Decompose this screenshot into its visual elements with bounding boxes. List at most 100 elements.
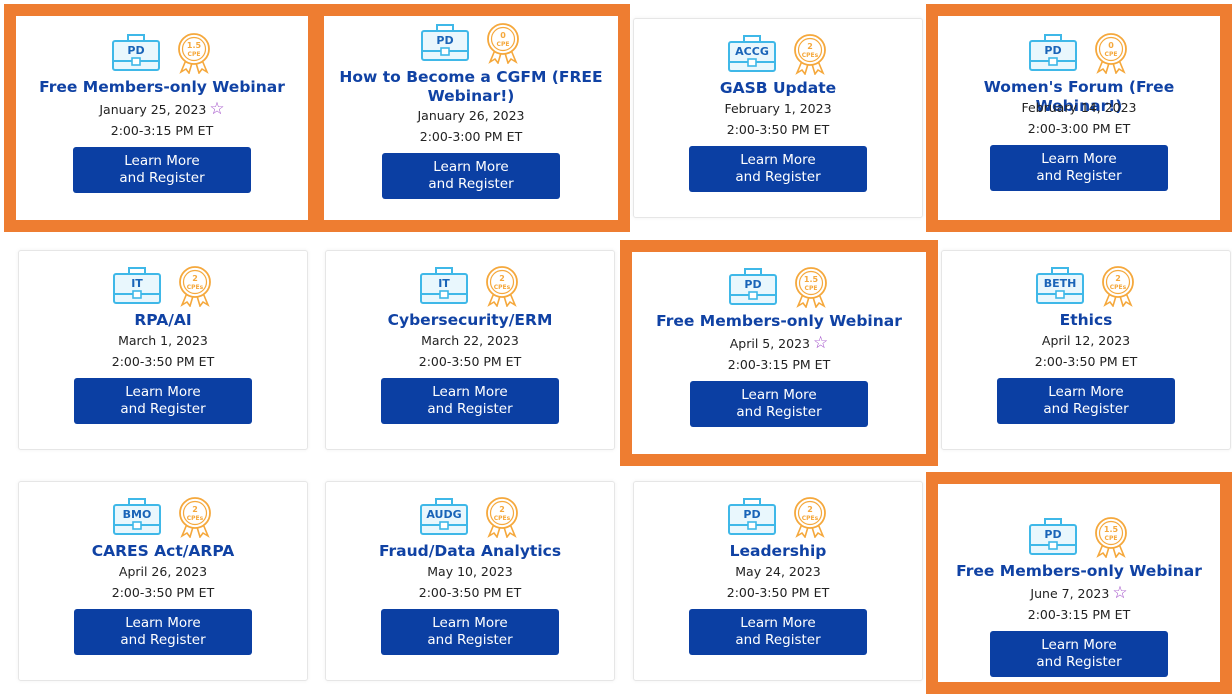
briefcase-icon: PD: [421, 24, 469, 61]
event-title[interactable]: GASB Update: [640, 79, 916, 98]
button-label-line1: Learn More: [741, 387, 817, 403]
learn-more-register-button[interactable]: Learn More and Register: [997, 378, 1175, 424]
event-date-row: March 22, 2023: [332, 331, 608, 350]
cpe-badge-icon: 1.5 CPE: [795, 267, 827, 308]
briefcase-icon: PD: [1029, 518, 1077, 555]
event-title[interactable]: Ethics: [948, 311, 1224, 330]
card-icons: PD 1.5 CPE: [632, 266, 926, 308]
button-label-line2: and Register: [1036, 654, 1122, 670]
learn-more-register-button[interactable]: Learn More and Register: [689, 146, 867, 192]
event-card: PD 0 CPE How to Become a CGFM (FREE Webi…: [312, 4, 630, 232]
button-label-line2: and Register: [1043, 401, 1129, 417]
cpe-unit: CPEs: [802, 52, 819, 59]
cpe-number: 2: [807, 42, 813, 51]
briefcase-icon: IT: [113, 267, 161, 304]
event-card: PD 2 CPEs Leadership May 24, 2023 2:00-3…: [633, 481, 923, 681]
cpe-number: 0: [500, 31, 506, 40]
event-title[interactable]: Free Members-only Webinar: [638, 312, 920, 331]
event-date-row: February 1, 2023: [640, 99, 916, 118]
learn-more-register-button[interactable]: Learn More and Register: [74, 609, 252, 655]
card-icons: PD 1.5 CPE: [938, 516, 1220, 558]
event-date: March 1, 2023: [118, 333, 208, 348]
event-card: BMO 2 CPEs CARES Act/ARPA April 26, 2023…: [18, 481, 308, 681]
cpe-unit: CPEs: [1110, 284, 1127, 291]
briefcase-icon: PD: [728, 498, 776, 535]
event-time: 2:00-3:50 PM ET: [111, 354, 215, 369]
briefcase-icon: IT: [420, 267, 468, 304]
cpe-unit: CPE: [188, 51, 201, 58]
category-label: IT: [438, 277, 450, 290]
event-card: PD 1.5 CPE Free Members-only Webinar Jun…: [926, 472, 1232, 694]
button-label-line2: and Register: [427, 632, 513, 648]
button-label-line2: and Register: [735, 169, 821, 185]
cpe-number: 2: [499, 274, 505, 283]
event-time: 2:00-3:50 PM ET: [726, 122, 830, 137]
button-label-line1: Learn More: [432, 384, 508, 400]
category-label: PD: [1044, 528, 1061, 541]
event-title[interactable]: Fraud/Data Analytics: [332, 542, 608, 561]
event-date: April 12, 2023: [1041, 333, 1131, 348]
star-icon: ☆: [1112, 583, 1128, 603]
learn-more-register-button[interactable]: Learn More and Register: [990, 145, 1168, 191]
category-label: ACCG: [735, 45, 769, 58]
button-label-line2: and Register: [1036, 168, 1122, 184]
cpe-badge-icon: 2 CPEs: [794, 497, 826, 538]
event-date: January 25, 2023: [99, 102, 207, 117]
button-label-line1: Learn More: [740, 152, 816, 168]
category-label: IT: [131, 277, 143, 290]
event-title[interactable]: CARES Act/ARPA: [25, 542, 301, 561]
briefcase-icon: PD: [729, 268, 777, 305]
cpe-number: 1.5: [804, 275, 819, 284]
cpe-unit: CPEs: [187, 284, 204, 291]
event-card: PD 1.5 CPE Free Members-only Webinar Jan…: [4, 4, 320, 232]
button-label-line1: Learn More: [125, 384, 201, 400]
learn-more-register-button[interactable]: Learn More and Register: [73, 147, 251, 193]
event-title[interactable]: RPA/AI: [25, 311, 301, 330]
event-card: BETH 2 CPEs Ethics April 12, 2023 2:00-3…: [941, 250, 1231, 450]
event-date-row: April 26, 2023: [25, 562, 301, 581]
event-title[interactable]: Free Members-only Webinar: [944, 562, 1214, 581]
button-label-line1: Learn More: [433, 159, 509, 175]
card-icons: BMO 2 CPEs: [19, 496, 307, 538]
event-time: 2:00-3:15 PM ET: [110, 123, 214, 138]
learn-more-register-button[interactable]: Learn More and Register: [381, 609, 559, 655]
event-title[interactable]: How to Become a CGFM (FREE Webinar!): [330, 68, 612, 106]
cpe-number: 0: [1108, 41, 1114, 50]
cpe-badge-icon: 0 CPE: [487, 23, 519, 64]
event-title[interactable]: Cybersecurity/ERM: [332, 311, 608, 330]
event-time: 2:00-3:15 PM ET: [1027, 607, 1131, 622]
cpe-unit: CPEs: [494, 284, 511, 291]
cpe-number: 1.5: [1104, 525, 1119, 534]
category-label: PD: [1044, 44, 1061, 57]
cpe-badge-icon: 2 CPEs: [486, 497, 518, 538]
event-date: February 14, 2023: [1021, 100, 1137, 115]
learn-more-register-button[interactable]: Learn More and Register: [74, 378, 252, 424]
event-date-row: January 26, 2023: [330, 106, 612, 125]
event-card: PD 0 CPE Women's Forum (Free Webinar!) F…: [926, 4, 1232, 232]
button-label-line2: and Register: [120, 632, 206, 648]
event-title[interactable]: Free Members-only Webinar: [22, 78, 302, 97]
event-date-row: April 5, 2023 ☆: [638, 334, 920, 353]
learn-more-register-button[interactable]: Learn More and Register: [382, 153, 560, 199]
category-label: AUDG: [426, 508, 461, 521]
cpe-badge-icon: 1.5 CPE: [178, 33, 210, 74]
category-label: PD: [127, 44, 144, 57]
briefcase-icon: AUDG: [420, 498, 468, 535]
event-date: May 10, 2023: [427, 564, 513, 579]
category-label: PD: [436, 34, 453, 47]
cpe-number: 2: [192, 505, 198, 514]
event-date: May 24, 2023: [735, 564, 821, 579]
button-label-line1: Learn More: [432, 615, 508, 631]
cpe-number: 2: [807, 505, 813, 514]
learn-more-register-button[interactable]: Learn More and Register: [689, 609, 867, 655]
event-date: April 5, 2023: [729, 336, 810, 351]
card-icons: AUDG 2 CPEs: [326, 496, 614, 538]
cpe-badge-icon: 1.5 CPE: [1095, 517, 1127, 558]
card-icons: BETH 2 CPEs: [942, 265, 1230, 307]
learn-more-register-button[interactable]: Learn More and Register: [381, 378, 559, 424]
learn-more-register-button[interactable]: Learn More and Register: [690, 381, 868, 427]
briefcase-icon: ACCG: [728, 35, 776, 72]
event-title[interactable]: Leadership: [640, 542, 916, 561]
learn-more-register-button[interactable]: Learn More and Register: [990, 631, 1168, 677]
cpe-badge-icon: 2 CPEs: [179, 497, 211, 538]
